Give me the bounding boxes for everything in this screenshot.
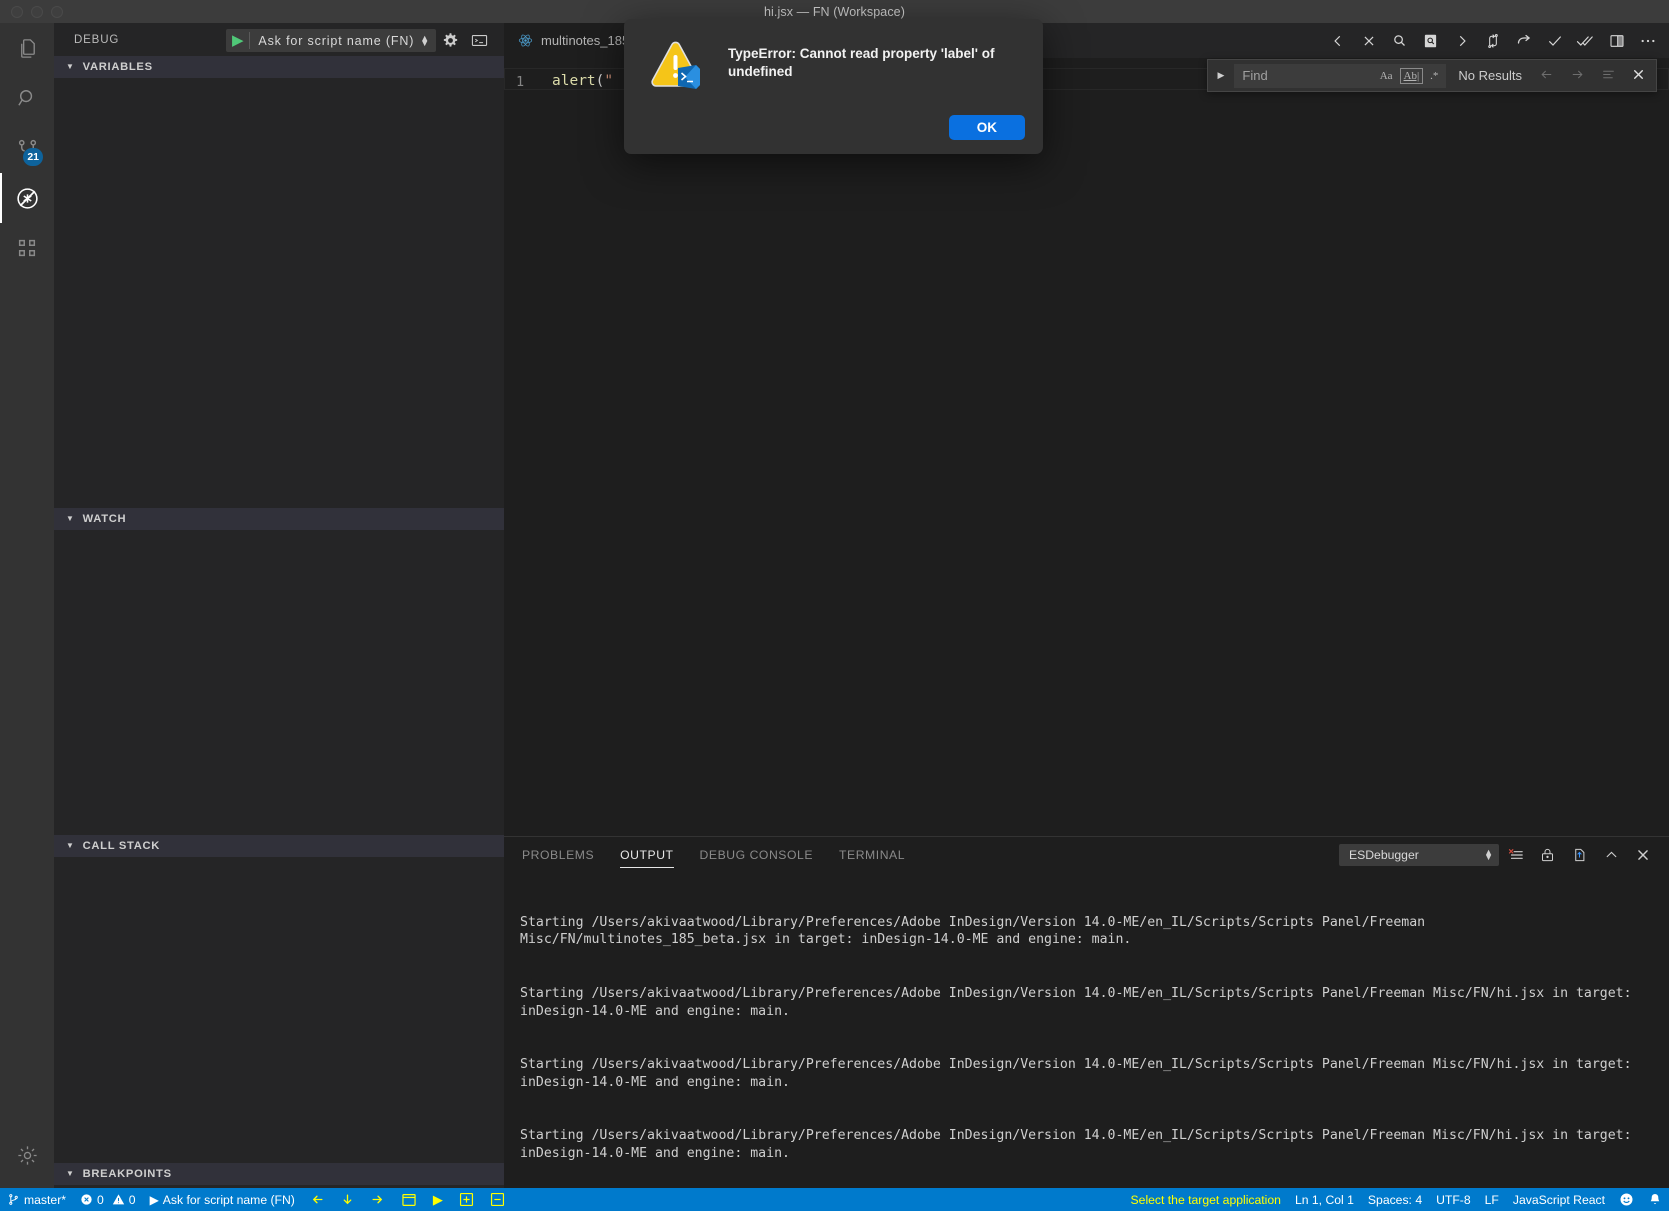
vscode-window: hi.jsx — FN (Workspace) 21 DEBUG ▶ Ask f… <box>0 0 1669 1211</box>
dialog-content: TypeError: Cannot read property 'label' … <box>624 19 1043 97</box>
dialog-ok-button[interactable]: OK <box>948 115 1025 140</box>
modal-overlay: TypeError: Cannot read property 'label' … <box>0 0 1669 1211</box>
dialog-icon-wrap <box>646 39 708 97</box>
warning-vscode-icon <box>651 41 700 89</box>
dialog-message: TypeError: Cannot read property 'label' … <box>728 46 995 79</box>
error-dialog: TypeError: Cannot read property 'label' … <box>624 19 1043 154</box>
